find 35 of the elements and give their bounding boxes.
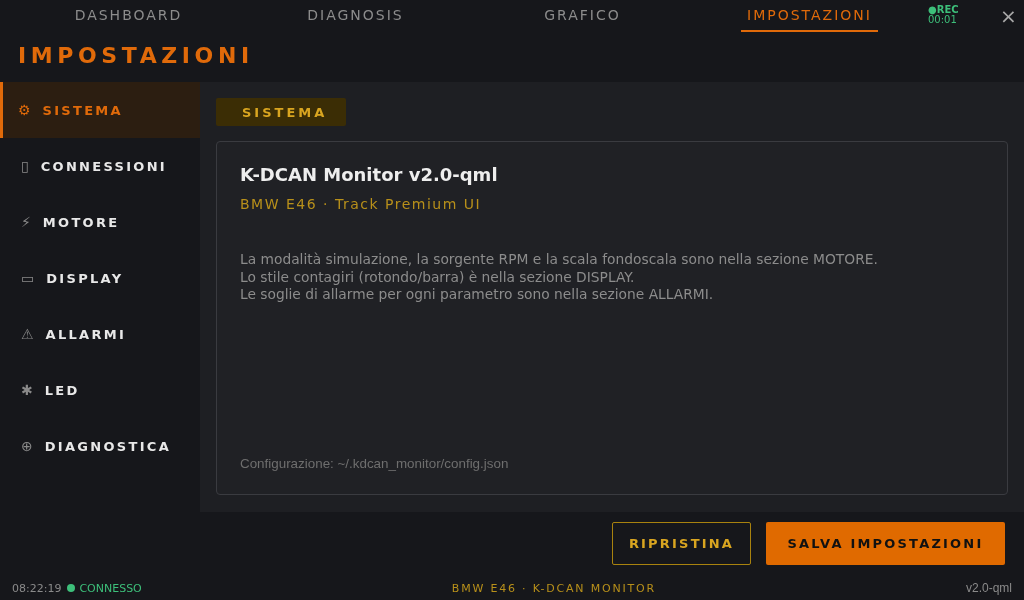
description-text: Lo stile contagiri (rotondo/barra) è nella sezione DISPLAY. — [240, 268, 636, 286]
rectangle-icon: ▭ — [21, 270, 35, 286]
nav-tab[interactable]: DIAGNOSIS — [301, 0, 410, 32]
sidebar-item[interactable]: ✱ LED — [0, 362, 200, 418]
close-button[interactable]: × — [996, 2, 1021, 30]
sidebar-item[interactable]: ▯ CONNESSIONI — [0, 138, 200, 194]
rectangle-icon: ▯ — [21, 158, 29, 174]
footer-title: BMW E46 · K-DCAN MONITOR — [451, 581, 656, 595]
sidebar-item[interactable]: ⊕ DIAGNOSTICA — [0, 418, 200, 474]
asterisk-icon: ✱ — [21, 382, 33, 398]
description-text: La modalità simulazione, la sorgente RPM e la scala fondoscala sono nella sezione MOTORE. — [240, 251, 879, 269]
recording-indicator: ●REC — [928, 5, 959, 15]
section-badge: SISTEMA — [216, 98, 346, 126]
recording-time: 00:01 — [928, 15, 957, 25]
gear-icon: ⚙ — [18, 102, 31, 118]
sidebar-item[interactable]: ⚡ MOTORE — [0, 194, 200, 250]
reset-button[interactable]: RIPRISTINA — [612, 522, 751, 565]
description-text: Le soglie di allarme per ogni parametro sono nella sezione ALLARMI. — [240, 286, 715, 304]
sidebar-item[interactable]: ▭ DISPLAY — [0, 250, 200, 306]
nav-tab[interactable]: GRAFICO — [538, 0, 627, 32]
nav-tab[interactable]: DASHBOARD — [68, 0, 189, 32]
app-title: K-DCAN Monitor v2.0-qml — [240, 164, 499, 186]
sidebar-item[interactable]: ⚙ SISTEMA — [0, 82, 200, 138]
save-button[interactable]: SALVA IMPOSTAZIONI — [766, 522, 1005, 565]
circled-plus-icon: ⊕ — [21, 438, 33, 454]
connection-status: CONNESSO — [79, 581, 142, 595]
warning-icon: ⚠ — [21, 326, 34, 342]
lightning-icon: ⚡ — [21, 214, 31, 230]
version-text: v2.0-qml — [966, 581, 1012, 595]
app-subtitle: BMW E46 · Track Premium UI — [240, 195, 483, 213]
page-title: IMPOSTAZIONI — [17, 42, 255, 70]
config-path-text: Configurazione: ~/.kdcan_monitor/config.json — [240, 456, 510, 472]
nav-tab[interactable]: IMPOSTAZIONI — [741, 0, 878, 32]
sidebar-item[interactable]: ⚠ ALLARMI — [0, 306, 200, 362]
clock-text: 08:22:19 — [12, 581, 62, 595]
